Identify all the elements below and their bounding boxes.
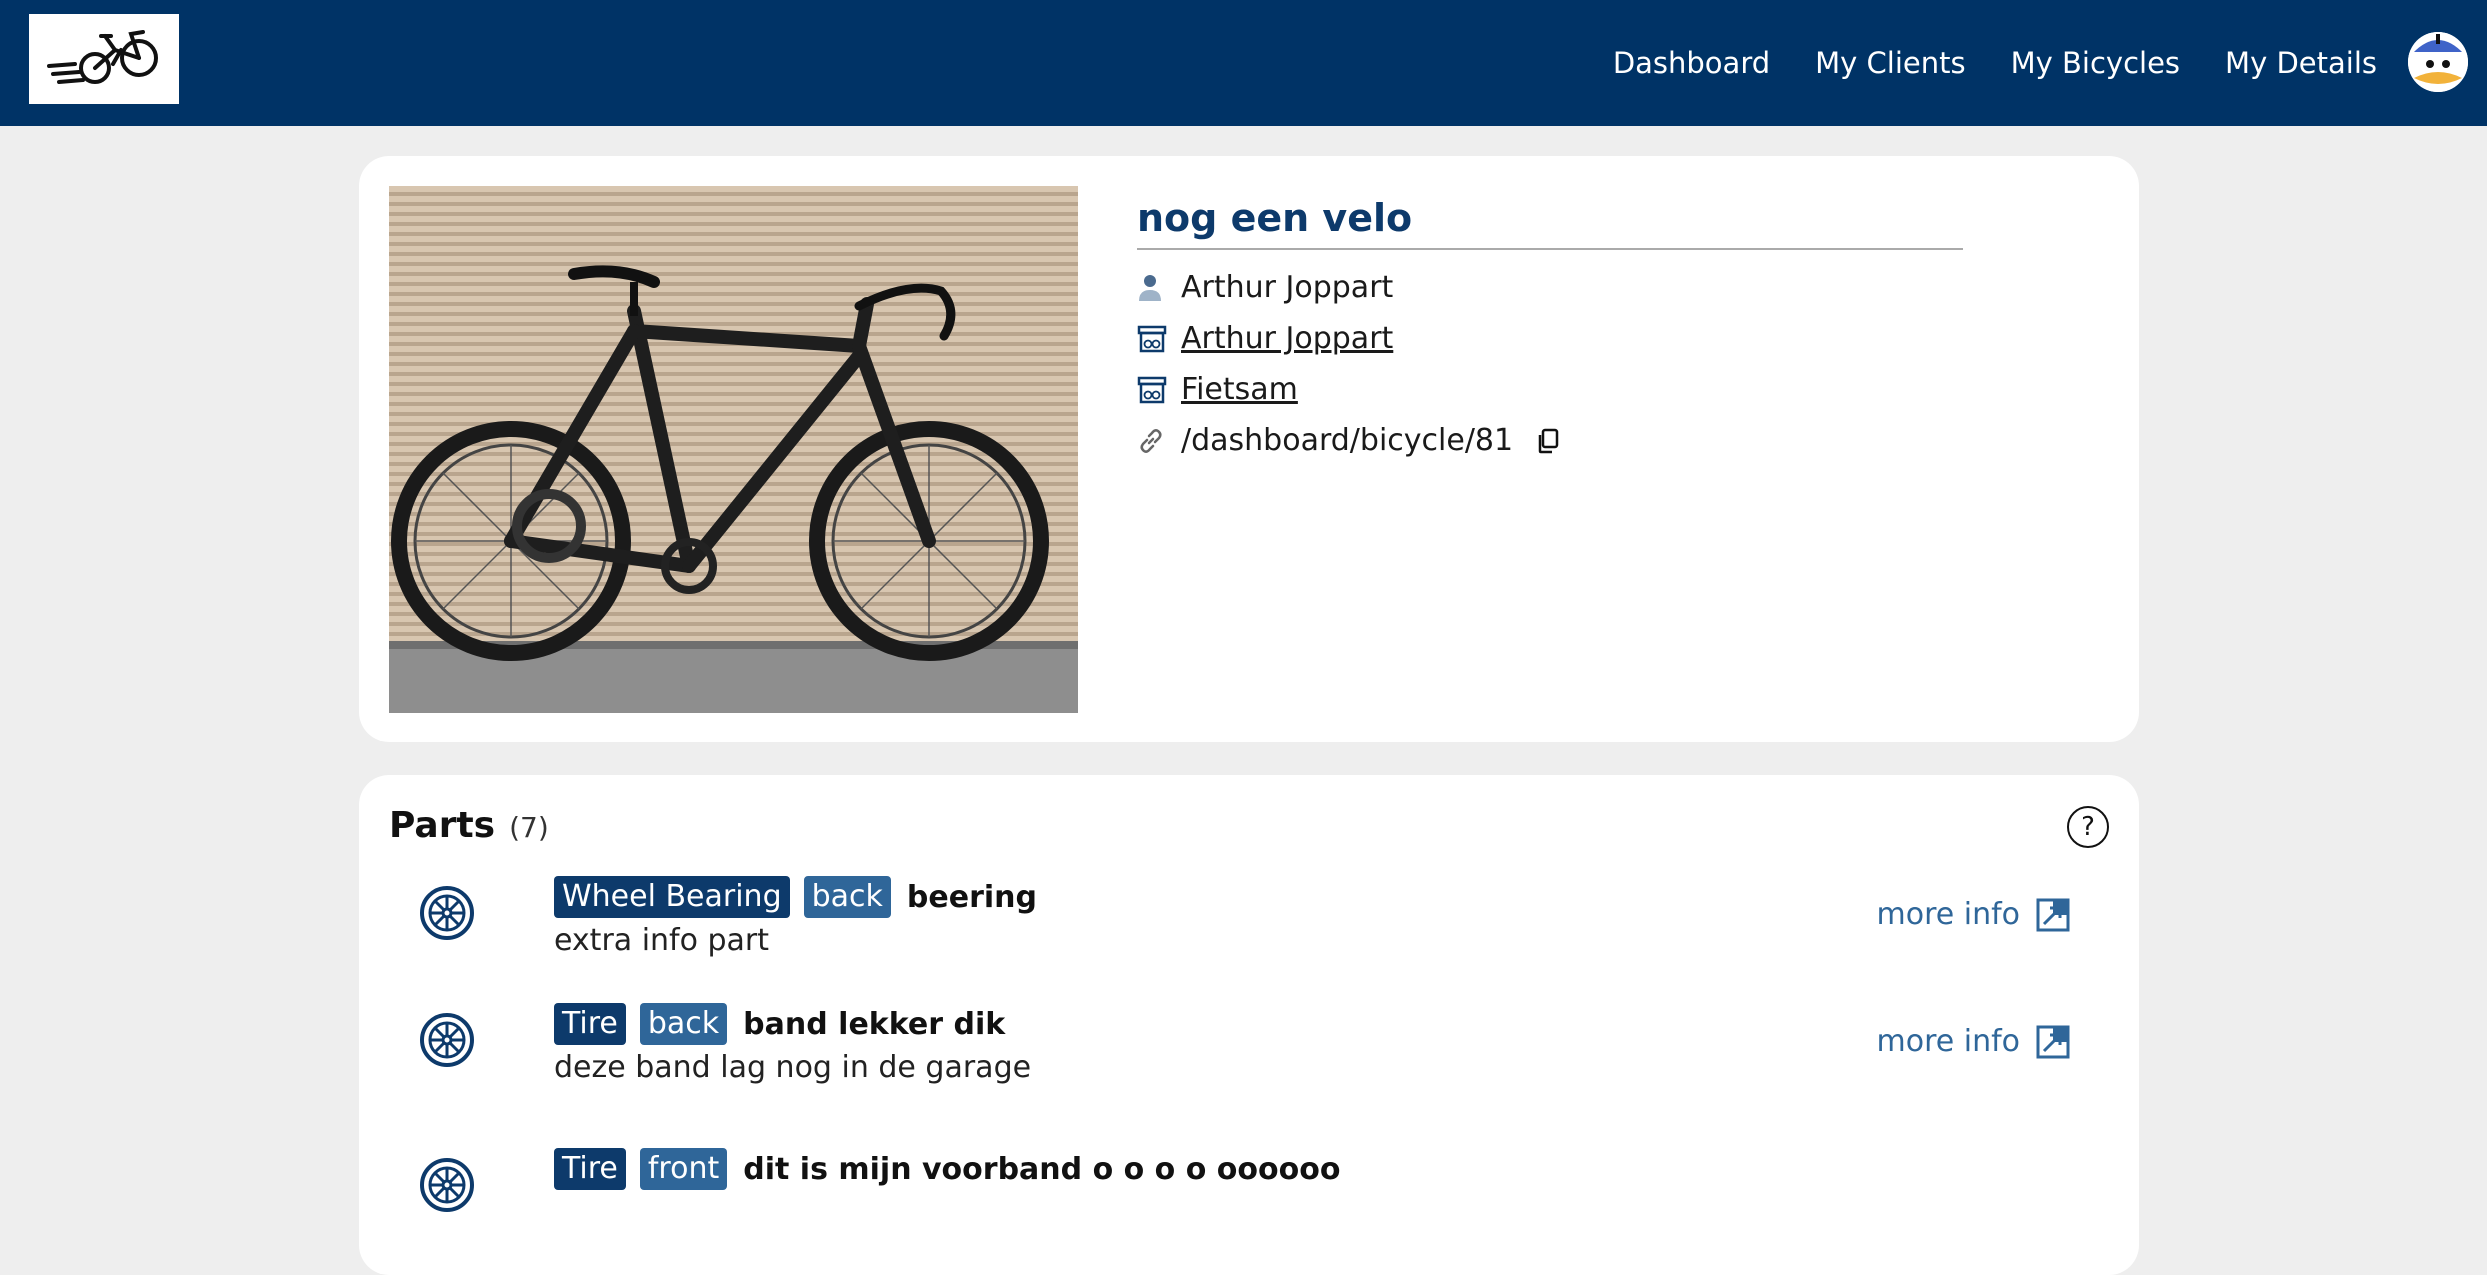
nav-my-bicycles[interactable]: My Bicycles <box>2011 46 2180 80</box>
shop-row-2: Fietsam <box>1137 364 1963 415</box>
bicycle-name: nog een velo <box>1137 196 1963 250</box>
parts-card: Parts (7) ? Wheel Bearing back beering e… <box>359 775 2139 1275</box>
parts-count: (7) <box>509 811 549 844</box>
shop-link-2[interactable]: Fietsam <box>1181 372 1298 407</box>
bicycle-photo <box>389 186 1078 713</box>
part-position-tag: front <box>639 1148 728 1190</box>
bicycle-link-text: /dashboard/bicycle/81 <box>1181 423 1514 458</box>
link-row: /dashboard/bicycle/81 <box>1137 415 1963 466</box>
wheel-icon <box>420 886 474 940</box>
shop-icon <box>1137 375 1181 405</box>
nav-my-details[interactable]: My Details <box>2225 46 2377 80</box>
more-info-label: more info <box>1876 1024 2020 1059</box>
part-name: dit is mijn voorband o o o o oooooo <box>743 1151 1341 1187</box>
part-name: beering <box>906 879 1037 915</box>
wheel-icon <box>420 1158 474 1212</box>
more-info-label: more info <box>1876 897 2020 932</box>
shop-row-1: Arthur Joppart <box>1137 313 1963 364</box>
part-title-line: Wheel Bearing back beering <box>554 875 1037 919</box>
part-item: Wheel Bearing back beering extra info pa… <box>419 875 2109 975</box>
bicycle-info: nog een velo Arthur Joppart Arthur Joppa… <box>1137 196 1963 466</box>
nav-my-clients[interactable]: My Clients <box>1815 46 1965 80</box>
shop-link-1[interactable]: Arthur Joppart <box>1181 321 1393 356</box>
part-type-tag: Wheel Bearing <box>554 876 790 918</box>
part-description: extra info part <box>554 923 770 958</box>
part-position-tag: back <box>639 1003 728 1045</box>
part-item: Tire back band lekker dik deze band lag … <box>419 1002 2109 1102</box>
bicycle-logo-icon <box>47 30 158 84</box>
wheel-icon <box>420 1013 474 1067</box>
help-icon[interactable]: ? <box>2067 806 2109 848</box>
part-name: band lekker dik <box>743 1006 1006 1042</box>
top-navbar: Dashboard My Clients My Bicycles My Deta… <box>0 0 2487 126</box>
more-info-link[interactable]: more info <box>1876 897 2070 932</box>
person-icon <box>1137 274 1181 302</box>
part-position-tag: back <box>803 876 891 918</box>
external-link-icon <box>2036 1025 2070 1058</box>
shop-icon <box>1137 324 1181 354</box>
owner-name: Arthur Joppart <box>1181 270 1394 305</box>
owner-row: Arthur Joppart <box>1137 262 1963 313</box>
app-logo[interactable] <box>29 14 179 104</box>
part-title-line: Tire front dit is mijn voorband o o o o … <box>554 1147 1340 1191</box>
part-item: Tire front dit is mijn voorband o o o o … <box>419 1147 2109 1247</box>
parts-title: Parts <box>389 805 496 846</box>
part-title-line: Tire back band lekker dik <box>554 1002 1005 1046</box>
nav-dashboard[interactable]: Dashboard <box>1613 46 1770 80</box>
more-info-link[interactable]: more info <box>1876 1024 2070 1059</box>
external-link-icon <box>2036 898 2070 931</box>
part-type-tag: Tire <box>554 1148 626 1190</box>
copy-icon[interactable] <box>1537 428 1559 454</box>
main-nav: Dashboard My Clients My Bicycles My Deta… <box>1613 0 2377 126</box>
parts-header: Parts (7) <box>389 805 549 846</box>
part-description: deze band lag nog in de garage <box>554 1050 1032 1085</box>
user-avatar[interactable] <box>2408 32 2468 92</box>
part-type-tag: Tire <box>554 1003 626 1045</box>
bicycle-card: nog een velo Arthur Joppart Arthur Joppa… <box>359 156 2139 742</box>
link-icon <box>1137 427 1181 455</box>
